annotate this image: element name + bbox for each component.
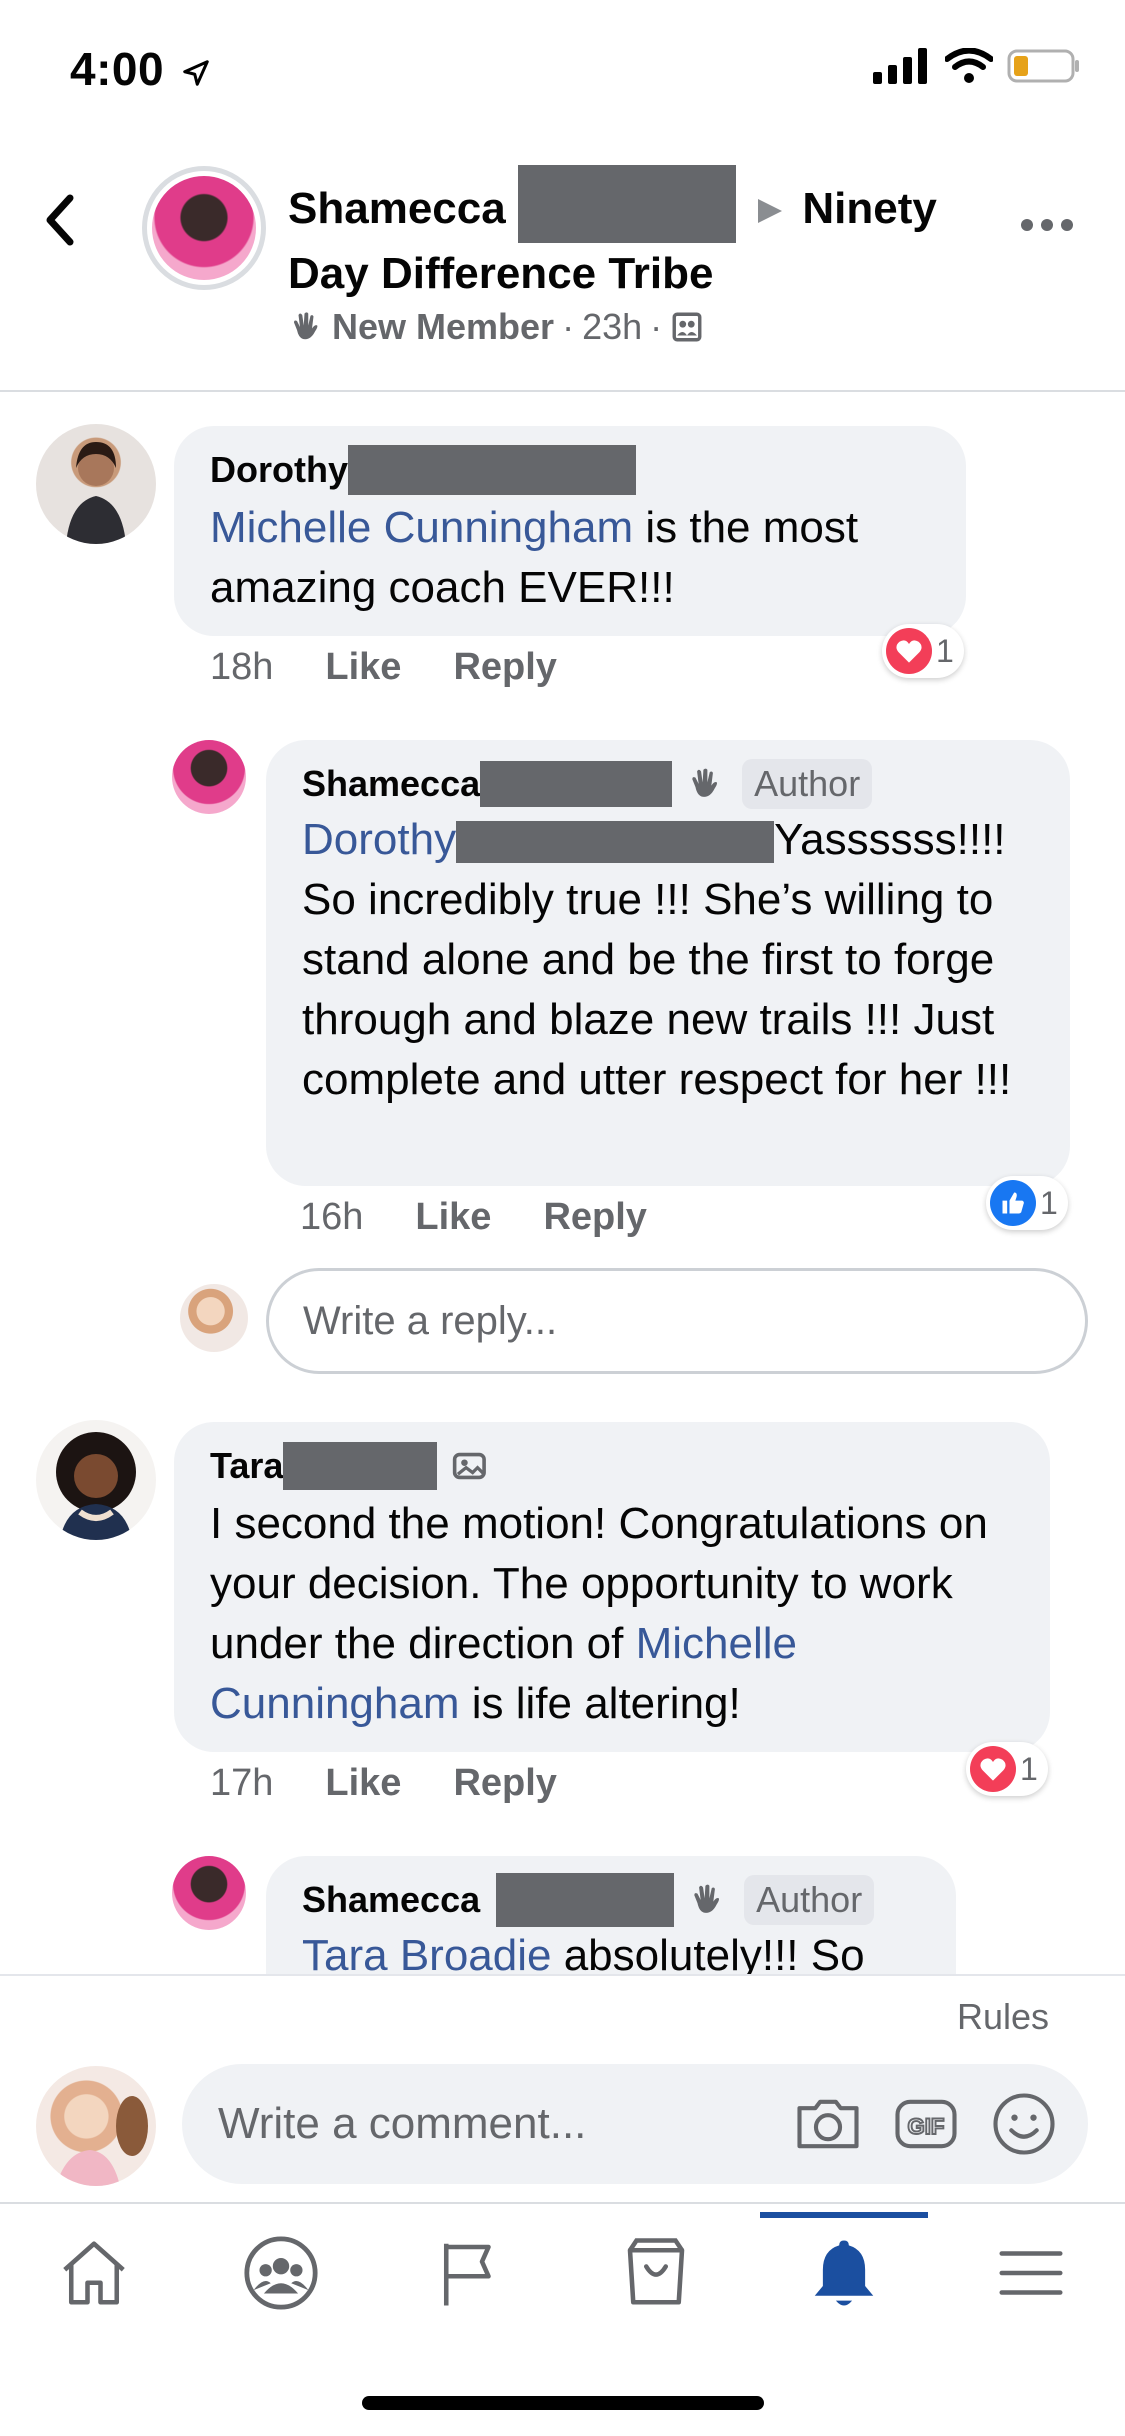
emoji-icon[interactable] (986, 2086, 1062, 2162)
comment-actions: 16h Like Reply (300, 1196, 647, 1239)
like-button[interactable]: Like (325, 646, 401, 689)
battery-icon (1007, 49, 1079, 83)
camera-icon[interactable] (790, 2086, 866, 2162)
redacted-surname (496, 1873, 675, 1927)
tab-pages[interactable] (409, 2218, 529, 2328)
menu-icon (999, 2251, 1063, 2295)
redacted-surname (348, 445, 636, 495)
home-icon (62, 2241, 125, 2305)
photo-icon (453, 1452, 487, 1480)
commenter-name[interactable]: Shamecca Author (302, 1873, 924, 1927)
comment-actions: 17h Like Reply (210, 1762, 557, 1805)
current-user-avatar (180, 1284, 248, 1352)
comment-time: 17h (210, 1762, 274, 1804)
redacted-surname (456, 821, 775, 864)
author-avatar[interactable] (142, 166, 266, 290)
group-privacy-icon (672, 312, 702, 342)
gif-icon[interactable]: GIF (888, 2086, 964, 2162)
tab-marketplace[interactable] (596, 2218, 716, 2328)
post-time: 23h (582, 306, 643, 347)
comment-bubble[interactable]: Dorothy Michelle Cunningham is the most … (174, 426, 966, 636)
love-reaction-icon (886, 628, 932, 674)
redacted-surname (283, 1442, 438, 1490)
wave-hand-icon (692, 768, 718, 797)
commenter-avatar[interactable] (36, 424, 156, 544)
mention-link[interactable]: Dorothy (302, 815, 456, 864)
reaction-count[interactable]: 1 (986, 1176, 1068, 1230)
comment-text: Michelle Cunningham is the most amazing … (210, 503, 859, 612)
post-title[interactable]: Shamecca Ninety Day Difference Tribe (288, 165, 978, 305)
comment-time: 18h (210, 646, 274, 688)
arrow-right-icon (758, 199, 783, 224)
rules-link[interactable]: Rules (957, 1996, 1049, 2038)
comment-input[interactable]: Write a comment... GIF (182, 2064, 1088, 2184)
comment-text: Dorothy Yassssss!!!! So incredibly true !… (302, 815, 1012, 1104)
like-button[interactable]: Like (415, 1196, 491, 1239)
author-name[interactable]: Shamecca (288, 184, 506, 233)
reaction-count[interactable]: 1 (966, 1742, 1048, 1796)
commenter-name[interactable]: Shamecca Author (302, 759, 1038, 809)
reply-button[interactable]: Reply (543, 1196, 646, 1239)
svg-text:GIF: GIF (908, 2114, 945, 2139)
shopping-bag-icon (627, 2238, 685, 2305)
comment-actions: 18h Like Reply (210, 646, 557, 689)
meta-separator: · (562, 306, 575, 347)
mention-link[interactable]: Tara Broadie (302, 1931, 551, 1980)
tab-home[interactable] (34, 2218, 154, 2328)
comment-time: 16h (300, 1196, 364, 1238)
like-button[interactable]: Like (325, 1762, 401, 1805)
author-badge: Author (742, 759, 873, 809)
member-badge: New Member (332, 306, 555, 347)
reply-button[interactable]: Reply (453, 646, 556, 689)
groups-icon (244, 2236, 318, 2310)
group-name-part2[interactable]: Day Difference Tribe (288, 249, 714, 298)
meta-separator-2: · (650, 306, 663, 347)
redacted-surname (480, 761, 673, 807)
commenter-avatar[interactable] (172, 1856, 246, 1930)
bell-icon (814, 2240, 873, 2306)
location-arrow-icon (183, 60, 210, 86)
tab-groups[interactable] (221, 2218, 341, 2328)
wave-hand-icon (694, 1884, 720, 1913)
status-icons (873, 48, 1081, 84)
clock-label: 4:00 (70, 43, 165, 95)
status-time: 4:00 (70, 42, 211, 96)
mention-link[interactable]: Michelle Cunningham (210, 503, 633, 552)
commenter-name[interactable]: Dorothy (210, 445, 934, 495)
tab-menu[interactable] (971, 2218, 1091, 2328)
more-options-button[interactable] (1021, 210, 1081, 240)
post-meta: New Member · 23h · (288, 306, 704, 348)
comment-bubble[interactable]: Shamecca Author Dorothy Yassssss!!!! So i… (266, 740, 1070, 1186)
comment-text: I second the motion! Congratulations on … (210, 1499, 988, 1728)
tab-notifications[interactable] (759, 2212, 928, 2328)
composer-icons: GIF (790, 2086, 1062, 2162)
love-reaction-icon (970, 1746, 1016, 1792)
current-user-avatar (36, 2066, 156, 2186)
flag-icon (443, 2243, 491, 2306)
signal-icon (873, 48, 927, 84)
bottom-tab-bar (0, 2202, 1125, 2342)
wave-hand-icon (294, 312, 318, 340)
redacted-surname (517, 165, 736, 244)
reply-input[interactable]: Write a reply... (266, 1268, 1088, 1374)
commenter-avatar[interactable] (172, 740, 246, 814)
like-reaction-icon (990, 1180, 1036, 1226)
wifi-icon (945, 48, 993, 83)
reply-button[interactable]: Reply (453, 1762, 556, 1805)
comment-bubble[interactable]: Tara I second the motion! Congratulation… (174, 1422, 1050, 1752)
reaction-count[interactable]: 1 (882, 624, 964, 678)
commenter-name[interactable]: Tara (210, 1442, 1018, 1490)
commenter-avatar[interactable] (36, 1420, 156, 1540)
header-divider (0, 390, 1125, 392)
home-indicator (362, 2396, 764, 2410)
group-name-part1[interactable]: Ninety (802, 184, 936, 233)
chevron-left-icon (46, 194, 74, 246)
author-badge: Author (744, 1875, 875, 1925)
back-button[interactable] (40, 190, 100, 260)
